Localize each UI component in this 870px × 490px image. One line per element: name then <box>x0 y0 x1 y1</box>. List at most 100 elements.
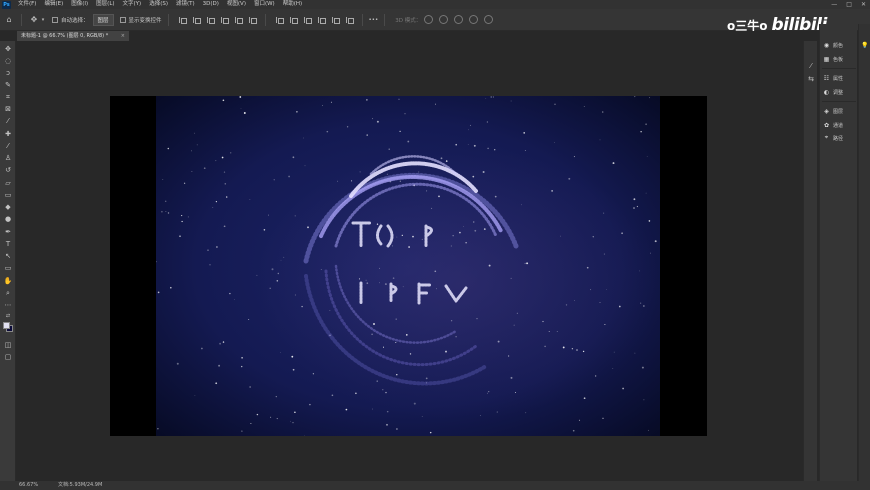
star <box>392 277 395 279</box>
panel-divider <box>822 68 856 69</box>
hand-tool-icon[interactable]: ✋ <box>3 276 13 286</box>
distribute-bottom-icon[interactable] <box>302 15 312 25</box>
document-canvas[interactable] <box>110 96 707 436</box>
orbit-3d-icon[interactable] <box>424 15 434 24</box>
zoom-level[interactable]: 66.67% <box>19 481 38 490</box>
menu-view[interactable]: 视图(V) <box>223 0 250 9</box>
more-tools-icon[interactable]: ⋯ <box>3 300 13 310</box>
actions-panel-icon[interactable]: ⇆ <box>806 74 816 84</box>
default-colors-icon[interactable]: ⇄ <box>3 311 13 321</box>
scale-3d-icon[interactable] <box>484 15 494 24</box>
panel-color[interactable]: ◉ 颜色 <box>823 40 843 50</box>
star <box>219 342 221 345</box>
align-hcenter-icon[interactable] <box>191 15 201 25</box>
screen-mode-icon[interactable]: ▢ <box>3 352 13 362</box>
lasso-tool-icon[interactable]: ↄ <box>3 68 13 78</box>
star <box>296 110 298 113</box>
roll-3d-icon[interactable] <box>439 15 449 24</box>
star <box>291 355 294 358</box>
divider <box>167 13 169 26</box>
distribute-hcenter-icon[interactable] <box>330 15 340 25</box>
close-button[interactable]: ✕ <box>861 0 866 9</box>
dodge-tool-icon[interactable]: ● <box>3 214 13 224</box>
close-tab-icon[interactable]: × <box>121 31 125 41</box>
show-transform-checkbox[interactable] <box>119 16 126 23</box>
distribute-vcenter-icon[interactable] <box>288 15 298 25</box>
star <box>405 334 408 336</box>
more-options-button[interactable]: ••• <box>369 17 379 23</box>
eraser-tool-icon[interactable]: ▱ <box>3 178 13 188</box>
document-tab[interactable]: 未标题-1 @ 66.7% (图层 0, RGB/8) * × <box>17 31 129 41</box>
star <box>633 207 635 209</box>
crop-tool-icon[interactable]: ⌗ <box>3 92 13 102</box>
move-tool-icon[interactable]: ✥ <box>28 14 40 26</box>
star <box>346 126 349 128</box>
menu-layer[interactable]: 图层(L) <box>92 0 118 9</box>
auto-select-checkbox[interactable] <box>52 16 58 23</box>
maximize-button[interactable]: □ <box>846 0 852 9</box>
menu-3d[interactable]: 3D(D) <box>199 0 223 9</box>
minimize-button[interactable]: — <box>831 0 837 9</box>
menu-edit[interactable]: 编辑(E) <box>40 0 67 9</box>
menu-image[interactable]: 图像(I) <box>67 0 92 9</box>
menu-help[interactable]: 帮助(H) <box>279 0 306 9</box>
align-right-icon[interactable] <box>205 15 215 25</box>
align-left-icon[interactable] <box>177 15 187 25</box>
star <box>599 302 601 303</box>
star <box>372 408 373 410</box>
brush-tool-icon[interactable]: ⁄ <box>3 141 13 151</box>
distribute-right-icon[interactable] <box>344 15 354 25</box>
foreground-color-swatch[interactable] <box>3 322 10 329</box>
zoom-tool-icon[interactable]: ⌕ <box>3 288 13 298</box>
star <box>650 252 651 254</box>
panel-channels[interactable]: ✿ 通道 <box>823 120 843 130</box>
chevron-down-icon[interactable]: ▾ <box>40 14 46 26</box>
eyedropper-tool-icon[interactable]: ⁄ <box>3 116 13 126</box>
panel-properties[interactable]: ☷ 属性 <box>823 73 843 83</box>
align-top-icon[interactable] <box>219 15 229 25</box>
quick-mask-icon[interactable]: ◫ <box>3 340 13 350</box>
star <box>582 350 585 353</box>
healing-brush-tool-icon[interactable]: ✚ <box>3 129 13 139</box>
align-vcenter-icon[interactable] <box>233 15 243 25</box>
menu-window[interactable]: 窗口(W) <box>250 0 279 9</box>
menu-file[interactable]: 文件(F) <box>14 0 40 9</box>
path-selection-tool-icon[interactable]: ↖ <box>3 251 13 261</box>
pan-3d-icon[interactable] <box>454 15 464 24</box>
star <box>510 277 512 279</box>
menu-select[interactable]: 选择(S) <box>145 0 172 9</box>
panel-paths[interactable]: ⌖ 路径 <box>823 133 843 143</box>
canvas-workspace[interactable] <box>17 41 792 481</box>
star <box>221 156 224 159</box>
auto-select-dropdown[interactable]: 图层 <box>92 13 114 26</box>
history-brush-tool-icon[interactable]: ↺ <box>3 165 13 175</box>
panel-swatches[interactable]: ▦ 色板 <box>823 54 843 64</box>
star <box>250 423 252 425</box>
learn-panel-icon[interactable]: 💡 <box>861 42 869 50</box>
slide-3d-icon[interactable] <box>469 15 479 24</box>
marquee-tool-icon[interactable]: ◌ <box>3 56 13 66</box>
rectangle-tool-icon[interactable]: ▭ <box>3 263 13 273</box>
panel-adjustments[interactable]: ◐ 调整 <box>823 87 843 97</box>
home-icon[interactable]: ⌂ <box>3 14 15 26</box>
frame-tool-icon[interactable]: ⊠ <box>3 104 13 114</box>
menu-type[interactable]: 文字(Y) <box>119 0 146 9</box>
star <box>604 323 606 326</box>
menu-filter[interactable]: 滤镜(T) <box>172 0 199 9</box>
status-bar: 66.67% 文档:5.93M/24.9M <box>0 481 870 490</box>
clone-stamp-tool-icon[interactable]: ♙ <box>3 153 13 163</box>
distribute-top-icon[interactable] <box>274 15 284 25</box>
type-tool-icon[interactable]: T <box>3 239 13 249</box>
document-size-info[interactable]: 文档:5.93M/24.9M <box>58 481 102 490</box>
history-panel-icon[interactable]: ⁄ <box>806 61 816 71</box>
blur-tool-icon[interactable]: ◆ <box>3 202 13 212</box>
gradient-tool-icon[interactable]: ▭ <box>3 190 13 200</box>
distribute-left-icon[interactable] <box>316 15 326 25</box>
panel-layers-label: 图层 <box>833 108 844 115</box>
panel-layers[interactable]: ◈ 图层 <box>823 106 843 116</box>
align-bottom-icon[interactable] <box>247 15 257 25</box>
quick-select-tool-icon[interactable]: ✎ <box>3 80 13 90</box>
move-tool-icon[interactable]: ✥ <box>3 44 13 54</box>
pen-tool-icon[interactable]: ✒ <box>3 227 13 237</box>
color-wheel-icon: ◉ <box>823 41 830 49</box>
